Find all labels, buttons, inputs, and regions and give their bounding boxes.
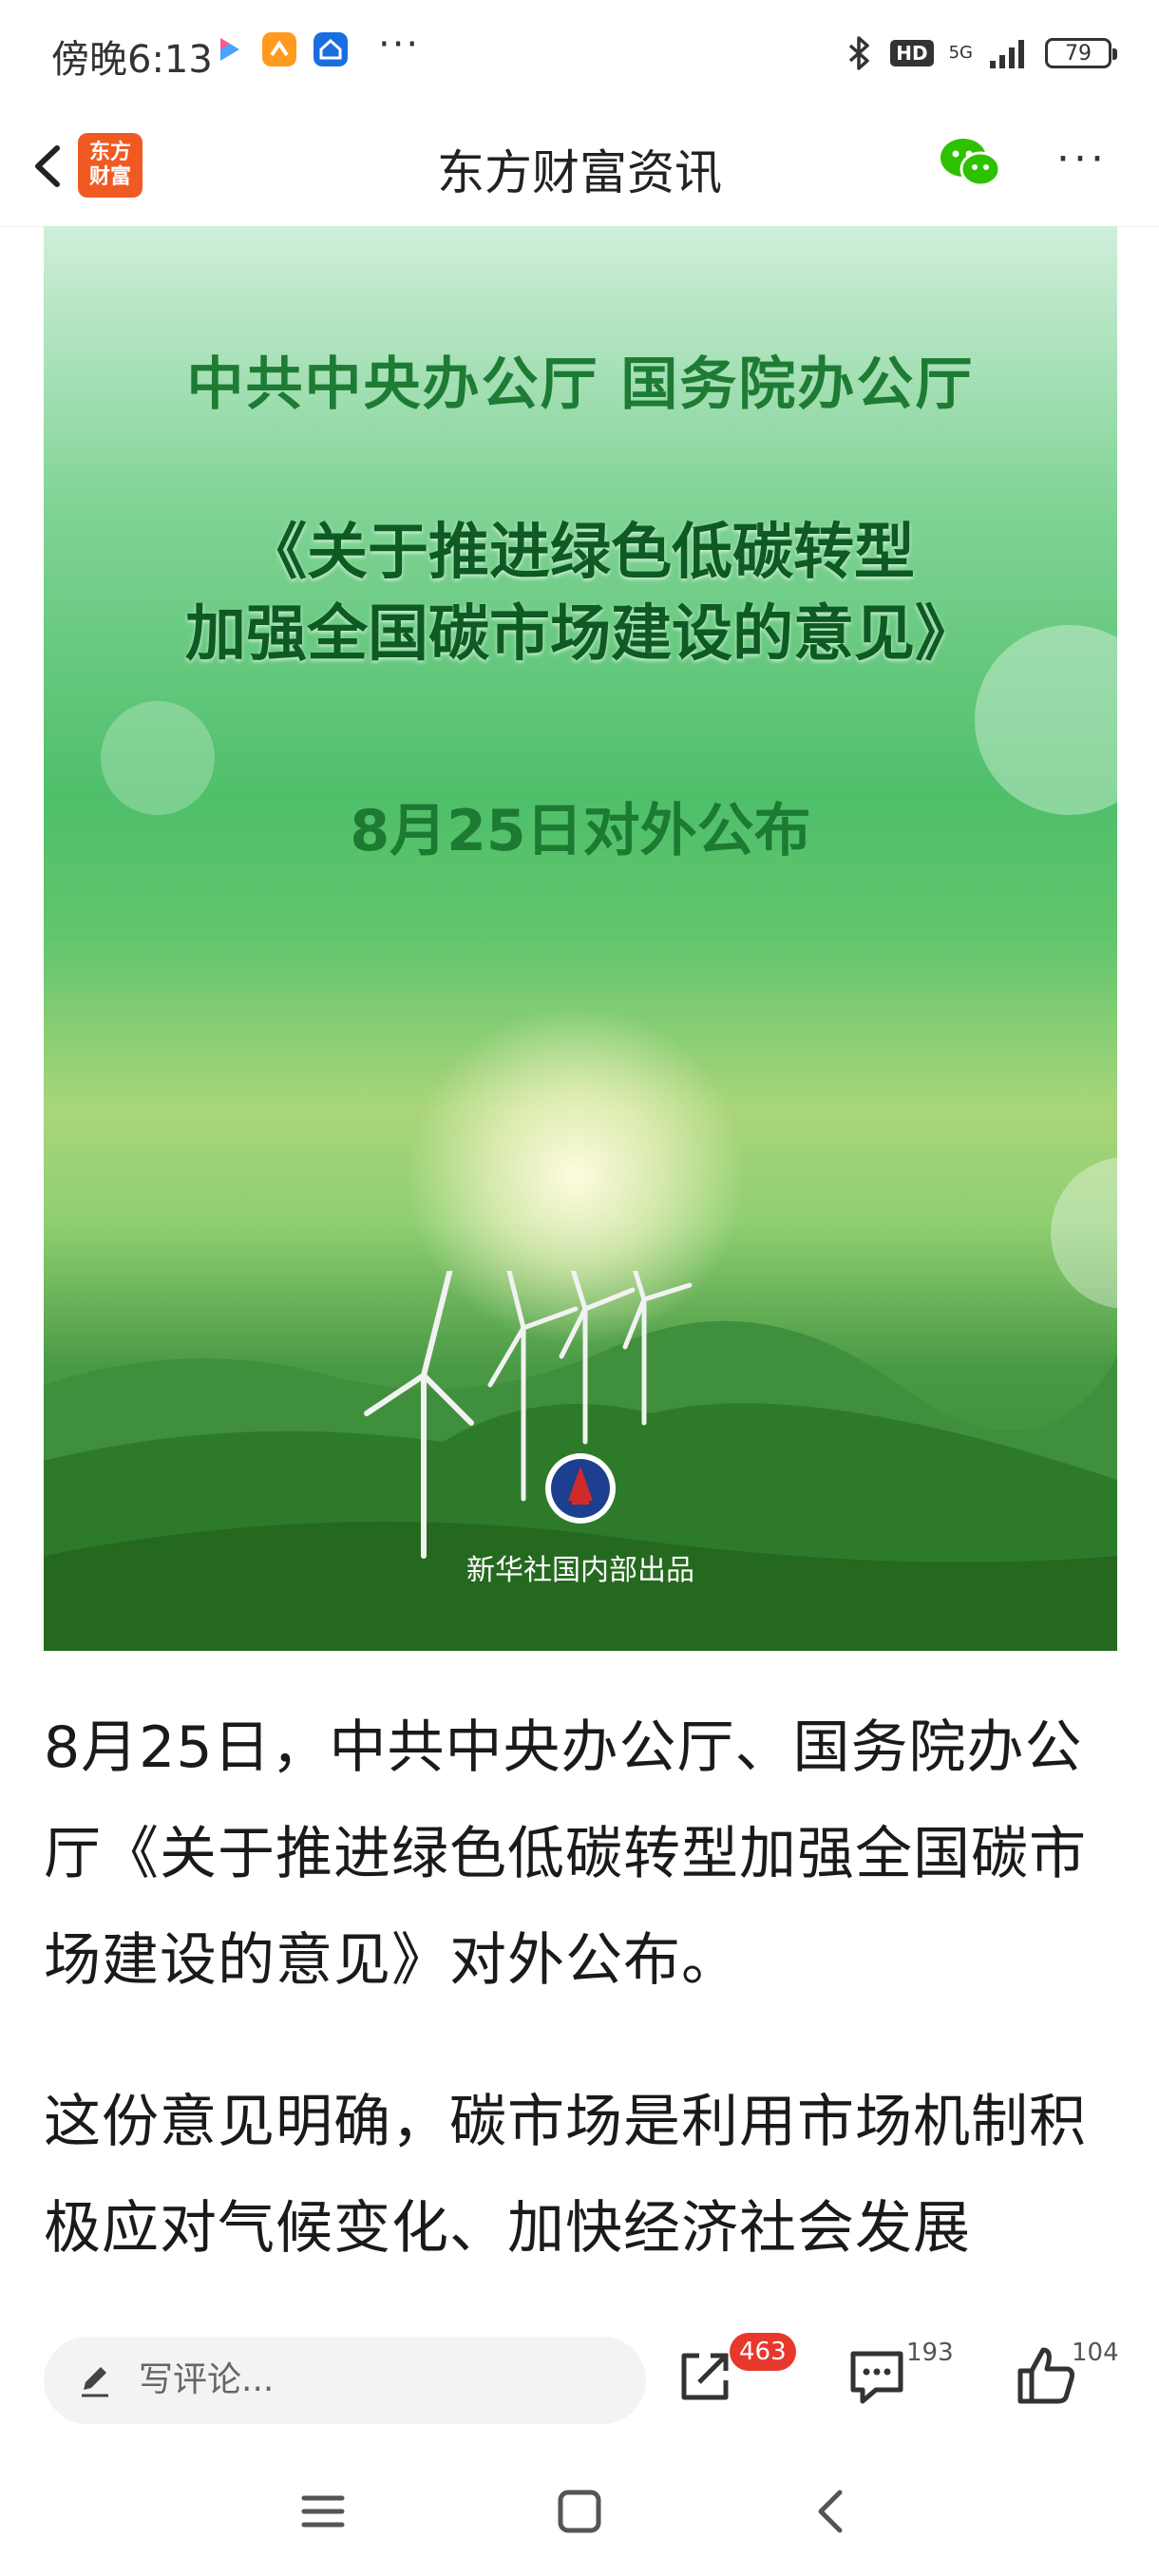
network-type: 5G: [948, 43, 973, 63]
top-nav-bar: 东方 财富 东方财富资讯 ···: [0, 106, 1159, 227]
battery-icon: 79: [1045, 38, 1117, 68]
pen-icon: [82, 2367, 108, 2397]
bottom-action-bar: 写评论... 463 193 104: [0, 2314, 1159, 2447]
video-app-icon: [220, 38, 239, 61]
poster-issuer: 中共中央办公厅 国务院办公厅: [186, 351, 975, 418]
comment-input[interactable]: [44, 2337, 646, 2424]
wechat-share-icon[interactable]: [939, 133, 1001, 192]
article-hero-image: 中共中央办公厅 国务院办公厅 《关于推进绿色低碳转型 加强全国碳市场建设的意见》…: [44, 226, 1117, 1651]
like-count: 104: [1072, 2339, 1119, 2367]
like-icon[interactable]: [1013, 2342, 1079, 2409]
poster-title-line2: 加强全国碳市场建设的意见》: [185, 599, 976, 670]
back-icon[interactable]: [806, 2485, 859, 2538]
xinhua-emblem-icon: [545, 1453, 616, 1524]
notes-app-icon: [262, 32, 296, 66]
poster-credit: 新华社国内部出品: [466, 1554, 694, 1587]
comment-icon[interactable]: [844, 2342, 910, 2409]
status-right-group: HD 5G 79: [843, 27, 1117, 80]
poster-date: 8月25日对外公布: [350, 798, 811, 864]
menu-icon[interactable]: [296, 2485, 350, 2538]
article-paragraph: 这份意见明确，碳市场是利用市场机制积极应对气候变化、加快经济社会发展: [44, 2089, 1087, 2262]
status-bar: 傍晚6:13 ··· HD 5G 79: [0, 0, 1159, 106]
share-count-badge: 463: [730, 2333, 796, 2371]
poster-title-line1: 《关于推进绿色低碳转型: [246, 518, 915, 588]
signal-icon: [990, 40, 1024, 68]
bluetooth-icon: [849, 36, 869, 70]
hd-badge: HD: [890, 40, 934, 66]
article-paragraph: 8月25日，中共中央办公厅、国务院办公厅《关于推进绿色低碳转型加强全国碳市场建设…: [44, 1714, 1087, 1994]
more-options-icon[interactable]: ···: [1056, 135, 1108, 183]
home-icon[interactable]: [553, 2485, 606, 2538]
status-more-dots: ···: [378, 23, 421, 66]
status-time: 傍晚6:13: [51, 38, 213, 82]
battery-level: 79: [1065, 41, 1092, 66]
comment-placeholder: 写评论...: [139, 2360, 275, 2399]
share-icon[interactable]: [671, 2342, 737, 2409]
system-nav-bar: [0, 2447, 1159, 2576]
comment-count: 193: [906, 2339, 954, 2367]
bank-app-icon: [314, 32, 348, 66]
